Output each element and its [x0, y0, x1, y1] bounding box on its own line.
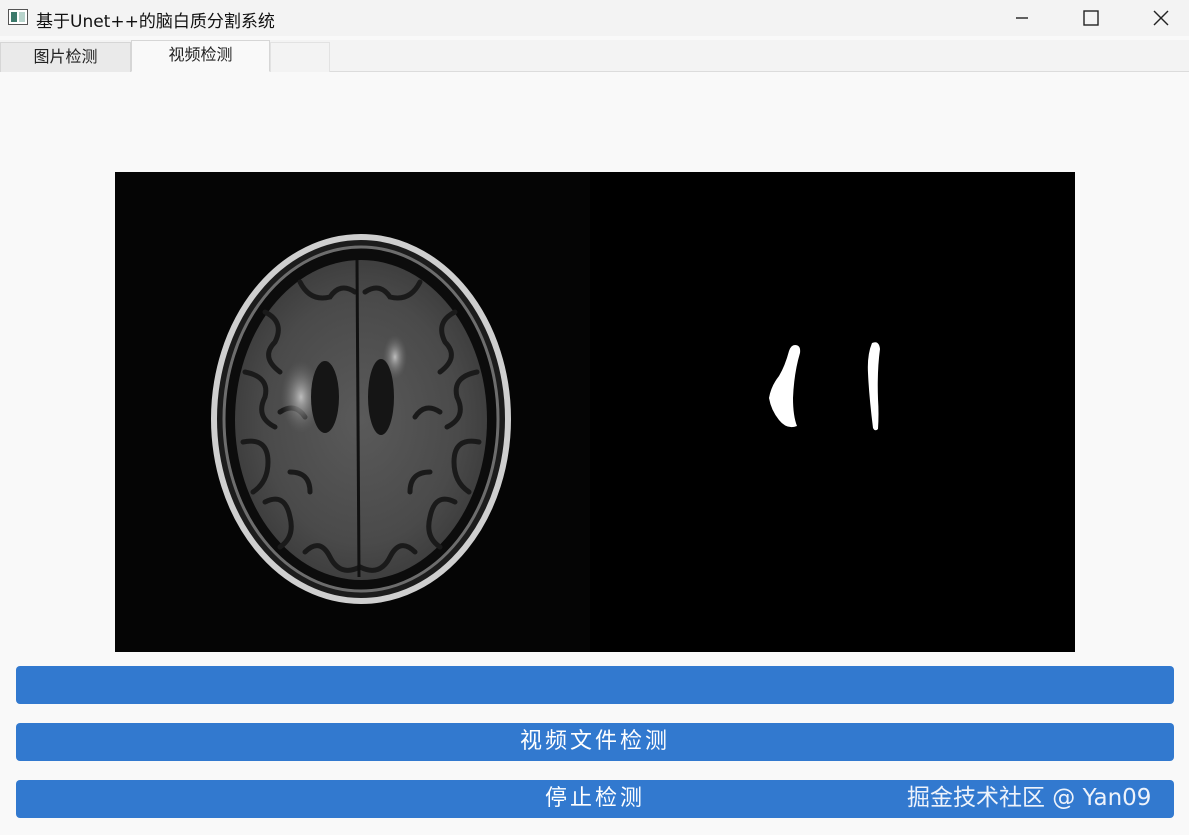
video-frame-image	[115, 172, 1075, 652]
minimize-button[interactable]	[992, 0, 1052, 36]
close-button[interactable]	[1131, 0, 1189, 36]
tab-image-detection[interactable]: 图片检测	[0, 42, 131, 72]
video-file-detect-button[interactable]: 视频文件检测	[16, 723, 1174, 761]
brain-mri-scan	[211, 234, 511, 604]
top-action-button[interactable]	[16, 666, 1174, 704]
window-title: 基于Unet++的脑白质分割系统	[36, 12, 275, 32]
app-window-icon	[8, 9, 28, 25]
tab-empty[interactable]	[270, 42, 330, 72]
close-icon	[1153, 10, 1169, 26]
tab-bar: 图片检测 视频检测	[0, 40, 1189, 72]
watermark-text: 掘金技术社区 @ Yan09	[907, 785, 1152, 811]
maximize-button[interactable]	[1061, 0, 1121, 36]
minimize-icon	[1016, 17, 1028, 19]
title-bar: 基于Unet++的脑白质分割系统	[0, 0, 1189, 36]
video-display	[115, 172, 1075, 652]
tab-video-detection[interactable]: 视频检测	[131, 40, 270, 72]
maximize-icon	[1083, 10, 1099, 26]
